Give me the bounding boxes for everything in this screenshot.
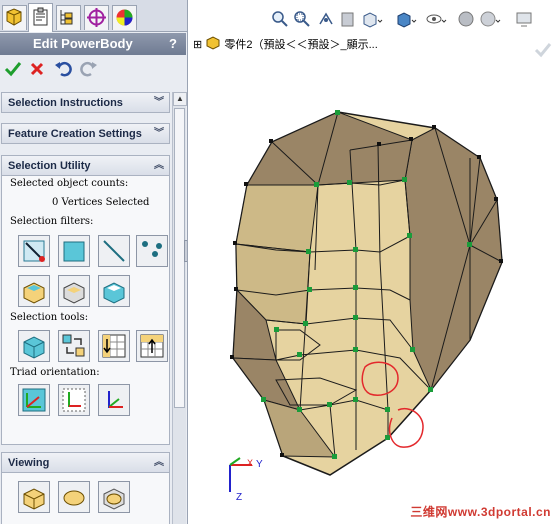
smooth-view-icon <box>63 490 85 506</box>
filter-edge-button[interactable] <box>98 235 130 267</box>
view-box-button[interactable] <box>18 481 50 513</box>
group-feature-creation-settings[interactable]: Feature Creation Settings ︾ <box>1 123 170 144</box>
grid-up-icon <box>140 334 164 358</box>
expand-chevron-icon[interactable]: ︾ <box>154 124 164 144</box>
both-view-icon <box>103 488 125 510</box>
filter-face-button[interactable] <box>58 235 90 267</box>
redo-button[interactable] <box>79 59 99 79</box>
target-icon <box>87 8 106 27</box>
redo-icon <box>80 61 97 77</box>
manager-tabs <box>0 0 187 32</box>
ok-button[interactable] <box>3 59 23 79</box>
filters-label: Selection filters: <box>10 216 94 227</box>
tool-grid-up-button[interactable] <box>136 330 168 362</box>
cube-select-icon <box>23 336 45 359</box>
x-icon <box>30 62 44 76</box>
property-manager-icon <box>33 7 48 26</box>
counts-value: 0 Vertices Selected <box>52 197 150 208</box>
collapse-chevron-icon[interactable]: ︽ <box>154 156 164 176</box>
triad-reset-icon <box>108 391 123 408</box>
triad-x-label: X <box>247 458 254 468</box>
color-wheel-icon <box>116 9 133 26</box>
vertex-filter-icon <box>23 240 45 262</box>
filter-box-top-button[interactable] <box>98 275 130 307</box>
box-top-icon <box>103 282 125 304</box>
group-title-feature-creation: Feature Creation Settings ︾ <box>2 124 169 144</box>
scroll-up-button[interactable]: ▲ <box>173 92 187 106</box>
tab-display-manager[interactable] <box>112 5 137 30</box>
head-faces <box>231 111 503 476</box>
undo-button[interactable] <box>53 59 73 79</box>
filter-box-inner-button[interactable] <box>58 275 90 307</box>
triad-z-label: Z <box>236 492 243 503</box>
view-smooth-button[interactable] <box>58 481 90 513</box>
tab-feature-manager[interactable] <box>2 5 27 30</box>
tools-label: Selection tools: <box>10 312 89 323</box>
collapse-chevron-icon[interactable]: ︽ <box>154 453 164 473</box>
panel-splitter-handle[interactable] <box>184 240 187 262</box>
tool-select-box-button[interactable] <box>18 330 50 362</box>
box-inner-icon <box>63 282 85 304</box>
face-filter-icon <box>63 241 85 262</box>
group-selection-instructions[interactable]: Selection Instructions ︾ <box>1 92 170 113</box>
action-buttons-row <box>0 56 186 82</box>
graphics-area[interactable]: ⊞ 零件2（預設＜＜預設＞_顯示... Y Z X 三维网www.3dporta… <box>189 0 555 524</box>
group-title-selection-instructions: Selection Instructions ︾ <box>2 93 169 113</box>
triad-view-button[interactable] <box>18 384 50 416</box>
tool-grid-down-button[interactable] <box>98 330 130 362</box>
feature-manager-icon <box>6 8 22 26</box>
tab-dimxpert[interactable] <box>84 5 109 30</box>
filter-box-outline-button[interactable] <box>18 275 50 307</box>
swap-icon <box>62 334 85 357</box>
tool-swap-button[interactable] <box>58 330 90 362</box>
grid-down-icon <box>102 334 126 358</box>
group-selection-utility: Selection Utility ︽ Selected object coun… <box>1 155 170 445</box>
triad-view-icon <box>22 388 46 412</box>
group-viewing: Viewing ︽ <box>1 452 170 524</box>
triad-reset-button[interactable] <box>98 384 130 416</box>
powerbody-head-model[interactable] <box>189 0 555 524</box>
group-label: Feature Creation Settings <box>8 128 142 140</box>
triad-y-label: Y <box>256 459 263 470</box>
group-title-selection-utility: Selection Utility ︽ <box>2 156 169 176</box>
undo-icon <box>55 61 72 77</box>
tab-property-manager[interactable] <box>28 3 53 32</box>
property-manager-panel: Edit PowerBody ? ▲ Selection Instruction… <box>0 0 188 524</box>
help-button[interactable]: ? <box>166 36 180 52</box>
box-view-icon <box>23 488 45 510</box>
filter-point-button[interactable] <box>136 235 168 267</box>
group-label: Selection Instructions <box>8 97 123 109</box>
tab-configuration-manager[interactable] <box>56 5 81 30</box>
view-both-button[interactable] <box>98 481 130 513</box>
panel-scrollbar[interactable]: ▲ <box>172 92 187 524</box>
triad-align-icon <box>62 388 86 412</box>
cancel-button[interactable] <box>27 59 47 79</box>
edge-filter-icon <box>103 240 125 262</box>
point-filter-icon <box>142 241 162 257</box>
check-icon <box>4 62 22 77</box>
triad-label: Triad orientation: <box>10 367 100 378</box>
group-title-viewing: Viewing ︽ <box>2 453 169 473</box>
expand-chevron-icon[interactable]: ︾ <box>154 93 164 113</box>
watermark-text: 三维网www.3dportal.cn <box>410 505 551 519</box>
property-manager-header: Edit PowerBody ? <box>0 33 186 55</box>
app-window: Edit PowerBody ? ▲ Selection Instruction… <box>0 0 555 524</box>
triad-align-button[interactable] <box>58 384 90 416</box>
property-manager-title: Edit PowerBody <box>33 36 133 51</box>
group-label: Selection Utility <box>8 160 91 172</box>
filter-vertex-edge-button[interactable] <box>18 235 50 267</box>
counts-label: Selected object counts: <box>10 178 129 189</box>
group-label: Viewing <box>8 457 50 469</box>
box-outline-icon <box>23 282 45 304</box>
configuration-icon <box>60 10 73 25</box>
